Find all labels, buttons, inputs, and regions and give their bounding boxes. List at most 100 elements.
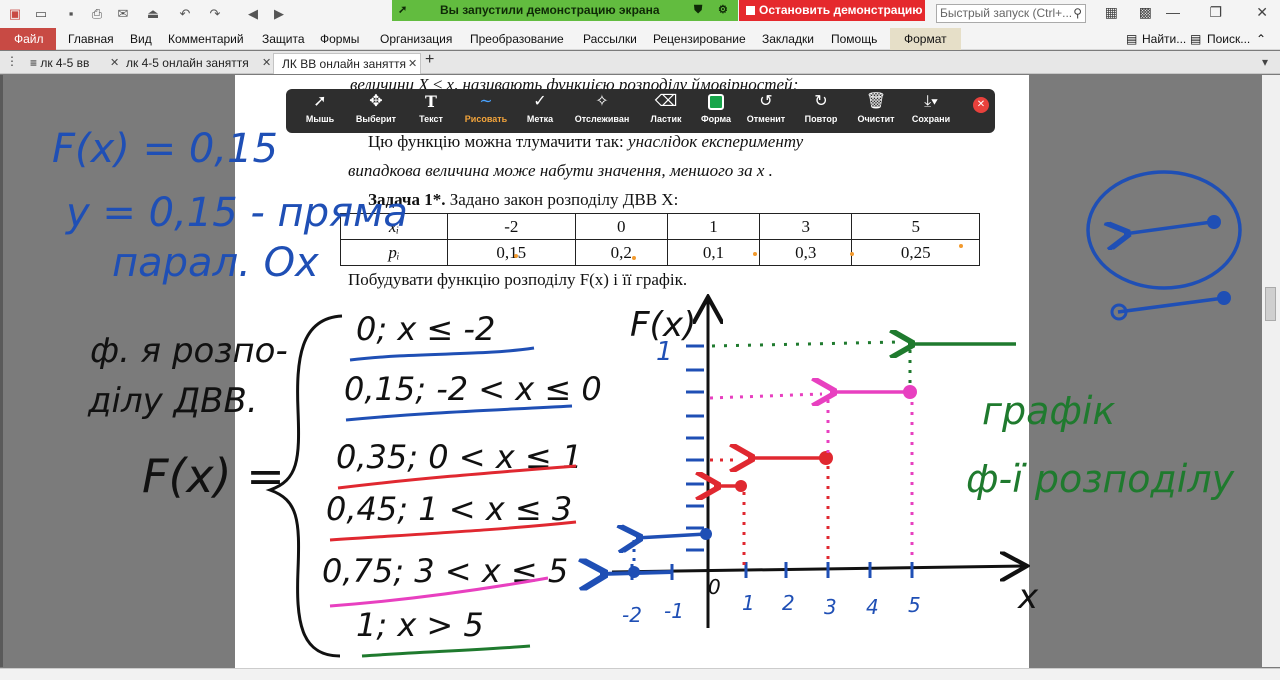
tab-lk-4-5-online[interactable]: лк 4-5 онлайн заняття ✕ <box>118 53 272 74</box>
quick-search-input[interactable]: Быстрый запуск (Ctrl+... ⚲ <box>936 4 1086 23</box>
undo-icon[interactable]: ↶ <box>176 5 194 23</box>
undo-icon: ↺ <box>759 93 773 110</box>
tool-undo[interactable]: ↺ Отменит <box>736 92 796 130</box>
spotlight-icon: ✧ <box>595 93 609 110</box>
tab-label: ЛК ВВ онлайн заняття <box>282 57 406 71</box>
menu-bookmarks[interactable]: Закладки <box>762 32 814 46</box>
table-cell: 1 <box>666 213 761 240</box>
tool-label: Метка <box>526 114 554 124</box>
scan-icon[interactable]: ⏏ <box>144 5 162 23</box>
close-tab-icon[interactable]: ✕ <box>262 53 271 74</box>
menu-convert[interactable]: Преобразование <box>470 32 564 46</box>
table-cell: 3 <box>759 213 853 240</box>
forward-icon[interactable]: ▶ <box>270 5 288 23</box>
menu-protect[interactable]: Защита <box>262 32 305 46</box>
close-tab-icon[interactable]: ✕ <box>408 54 417 75</box>
menu-review[interactable]: Рецензирование <box>653 32 746 46</box>
tool-text[interactable]: T Текст <box>401 92 461 130</box>
tabs-grip-icon: ⋮ <box>6 54 18 68</box>
menu-help[interactable]: Помощь <box>831 32 877 46</box>
tab-label: лк 4-5 вв <box>40 56 90 70</box>
stop-square-icon <box>746 6 755 15</box>
stop-share-button[interactable]: Остановить демонстрацию <box>739 0 925 21</box>
app-logo-icon: ▣ <box>8 6 22 21</box>
search-icon[interactable]: ⚲ <box>1073 5 1082 22</box>
new-tab-icon[interactable]: + <box>425 51 434 69</box>
tool-label: Сохрани <box>911 114 951 124</box>
collapse-icon[interactable]: ⌃ <box>1256 32 1266 46</box>
tool-clear[interactable]: 🗑 Очистит <box>846 92 906 130</box>
annotation-toolbar: ➚ Мышь ✥ Выберит T Текст ∼ Рисовать ✓ Метка ✧… <box>286 89 995 133</box>
text-icon: T <box>425 92 437 111</box>
tool-label: Очистит <box>857 114 895 124</box>
layout-icon[interactable]: ▦ <box>1105 4 1118 21</box>
tab-label: лк 4-5 онлайн заняття <box>126 56 249 70</box>
find-doc-icon: ▤ <box>1126 32 1138 46</box>
scrollbar-thumb[interactable] <box>1265 287 1276 321</box>
menu-format[interactable]: Формат <box>890 28 961 50</box>
black-label-2: ділу ДВВ. <box>87 381 258 421</box>
document-page: величини X ≤ x, називають функцією розпо… <box>235 75 1029 669</box>
trash-icon: 🗑 <box>865 93 887 110</box>
menu-organize[interactable]: Организация <box>380 32 452 46</box>
document-tabs: ⋮ ≡ лк 4-5 вв ✕ лк 4-5 онлайн заняття ✕ … <box>0 51 1280 74</box>
legend-sketch <box>1086 170 1242 321</box>
minimize-icon[interactable]: — <box>1166 4 1180 20</box>
menu-comment[interactable]: Комментарий <box>168 32 244 46</box>
tool-label: Рисовать <box>464 114 508 124</box>
redo-icon[interactable]: ↷ <box>206 5 224 23</box>
menu-mailings[interactable]: Рассылки <box>583 32 637 46</box>
menu-home[interactable]: Главная <box>68 32 114 46</box>
open-folder-icon[interactable]: ▭ <box>32 5 50 23</box>
row-label-x: xᵢ <box>340 213 448 240</box>
quick-access-bar: ▣ ▭ ▪ ⎙ ✉ ⏏ ↶ ↷ ◀ ▶ ➚ Вы запустили демон… <box>0 0 1280 28</box>
tab-menu-icon[interactable]: ▾ <box>1262 55 1268 69</box>
redo-icon: ↻ <box>814 93 828 110</box>
table-row: xᵢ -2 0 1 3 5 <box>340 213 980 240</box>
tab-lk-vv-online[interactable]: ЛК ВВ онлайн заняття ✕ <box>273 53 421 74</box>
vertical-scrollbar[interactable] <box>1262 75 1280 667</box>
move-icon: ✥ <box>369 93 383 110</box>
save-icon[interactable]: ▪ <box>62 5 80 23</box>
email-icon[interactable]: ✉ <box>114 5 132 23</box>
table-cell: 5 <box>851 213 980 240</box>
table-cell: 0,15 <box>447 239 576 266</box>
doc-build-line: Побудувати функцію розподілу F(x) і її г… <box>348 270 688 289</box>
tool-label: Повтор <box>804 114 838 124</box>
print-icon[interactable]: ⎙ <box>88 5 106 23</box>
tab-lk-4-5-vv[interactable]: ≡ лк 4-5 вв ✕ <box>22 53 119 74</box>
tool-save[interactable]: ⤓▾ Сохрани <box>901 92 961 130</box>
table-cell: 0,1 <box>666 239 761 266</box>
tool-stamp[interactable]: ✓ Метка <box>510 92 570 130</box>
tool-select[interactable]: ✥ Выберит <box>346 92 406 130</box>
file-menu[interactable]: Файл <box>0 28 56 50</box>
tool-label: Отслеживан <box>574 114 630 124</box>
table-cell: 0,25 <box>851 239 980 266</box>
grid-icon[interactable]: ▩ <box>1139 4 1152 21</box>
draw-icon: ∼ <box>479 93 493 110</box>
tool-label: Мышь <box>305 114 335 124</box>
menu-forms[interactable]: Формы <box>320 32 359 46</box>
close-toolbar-icon[interactable]: ✕ <box>973 97 989 113</box>
menu-find[interactable]: Найти... <box>1142 32 1186 46</box>
restore-icon[interactable]: ❐ <box>1209 4 1222 21</box>
task-title: Задача 1*. <box>368 190 446 209</box>
settings-icon[interactable]: ⚙ <box>718 0 728 21</box>
status-bar <box>0 668 1280 680</box>
tool-redo[interactable]: ↻ Повтор <box>791 92 851 130</box>
table-cell: 0,3 <box>759 239 853 266</box>
task-text: Задано закон розподілу ДВВ X: <box>445 190 679 209</box>
doc-task-line: Задача 1*. Задано закон розподілу ДВВ X: <box>368 190 678 210</box>
menu-bar: Файл Главная Вид Комментарий Защита Форм… <box>0 28 1280 50</box>
tool-draw[interactable]: ∼ Рисовать <box>456 92 516 130</box>
tool-spotlight[interactable]: ✧ Отслеживан <box>572 92 632 130</box>
distribution-table: xᵢ -2 0 1 3 5 pᵢ 0,15 0,2 0,1 0,3 0,25 <box>340 213 980 266</box>
shield-icon: ⛊ <box>694 4 703 16</box>
table-cell: 0 <box>574 213 668 240</box>
tool-mouse[interactable]: ➚ Мышь <box>290 92 350 130</box>
menu-view[interactable]: Вид <box>130 32 152 46</box>
close-window-icon[interactable]: ✕ <box>1256 4 1268 21</box>
menu-search[interactable]: Поиск... <box>1207 32 1250 46</box>
stop-share-label: Остановить демонстрацию <box>759 3 923 17</box>
back-icon[interactable]: ◀ <box>244 5 262 23</box>
